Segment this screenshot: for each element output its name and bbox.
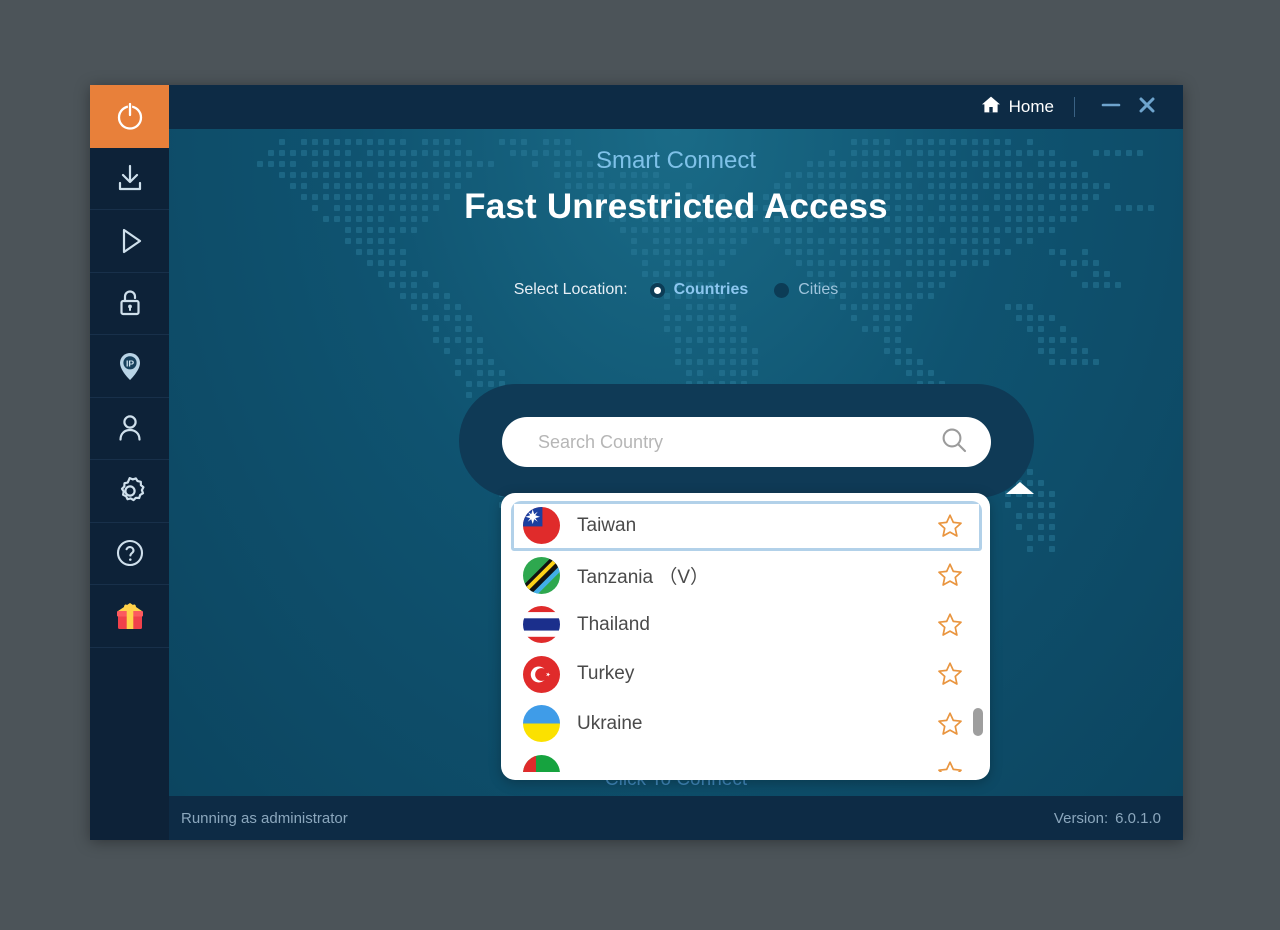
- play-icon: [113, 224, 147, 258]
- minimize-icon: [1100, 98, 1122, 116]
- turkey-flag: [523, 655, 560, 693]
- page-title: Fast Unrestricted Access: [464, 187, 888, 226]
- favorite-star-icon[interactable]: [937, 661, 963, 687]
- ukraine-flag: [523, 705, 560, 743]
- tanzania-flag: [523, 556, 560, 594]
- admin-status-text: Running as administrator: [181, 809, 348, 827]
- search-box[interactable]: [502, 417, 991, 467]
- home-icon: [981, 95, 1001, 119]
- minimize-button[interactable]: [1093, 92, 1129, 122]
- app-window: IP Home Smart Connect Fast Unrestricted …: [90, 85, 1183, 840]
- radio-countries-label: Countries: [673, 281, 749, 298]
- dropdown-caret: [1006, 482, 1034, 494]
- home-button[interactable]: Home: [981, 95, 1054, 119]
- country-row[interactable]: Ukraine: [511, 699, 982, 749]
- close-icon: [1137, 95, 1157, 120]
- sidebar-item-account[interactable]: [90, 398, 169, 460]
- search-icon[interactable]: [939, 425, 969, 460]
- version-value: 6.0.1.0: [1115, 809, 1161, 827]
- main-panel: Smart Connect Fast Unrestricted Access S…: [169, 129, 1183, 796]
- thailand-flag: [523, 606, 560, 644]
- country-row[interactable]: Taiwan: [511, 501, 982, 551]
- favorite-star-icon[interactable]: [937, 711, 963, 737]
- help-icon: [113, 536, 147, 570]
- download-icon: [113, 161, 147, 195]
- sidebar-item-lock[interactable]: [90, 273, 169, 335]
- dropdown-scrollbar-thumb[interactable]: [973, 708, 983, 736]
- country-name: Turkey: [577, 663, 635, 685]
- country-name: Ukraine: [577, 712, 643, 734]
- country-dropdown: Taiwan Tanzania （V） Thailand Turkey Ukraine: [501, 482, 1034, 780]
- sidebar-item-help[interactable]: [90, 523, 169, 585]
- country-name: Thailand: [577, 613, 650, 635]
- sidebar: IP: [90, 85, 169, 840]
- version-label: Version:: [1053, 809, 1109, 827]
- country-list[interactable]: Taiwan Tanzania （V） Thailand Turkey Ukraine: [511, 501, 982, 772]
- sidebar-item-gift[interactable]: [90, 585, 169, 648]
- ip-pin-icon: IP: [113, 349, 147, 383]
- titlebar: Home: [169, 85, 1183, 129]
- country-row[interactable]: Turkey: [511, 650, 982, 700]
- sidebar-item-settings[interactable]: [90, 460, 169, 523]
- smart-connect-subtitle: Smart Connect: [595, 147, 757, 174]
- radio-cities[interactable]: Cities: [774, 281, 838, 299]
- sidebar-item-power[interactable]: [90, 85, 169, 148]
- lock-icon: [113, 286, 147, 320]
- home-label: Home: [1008, 97, 1054, 116]
- country-row[interactable]: Thailand: [511, 600, 982, 650]
- favorite-star-icon[interactable]: [937, 612, 963, 638]
- sidebar-item-ip[interactable]: IP: [90, 335, 169, 398]
- uae-flag: [523, 754, 560, 772]
- app-body: Home Smart Connect Fast Unrestricted Acc…: [169, 85, 1183, 840]
- country-name: Tanzania （V）: [577, 566, 710, 588]
- radio-countries-dot: [649, 282, 665, 298]
- select-location-row: Select Location: Countries Cities: [169, 281, 1183, 299]
- gift-icon: [112, 599, 148, 633]
- country-row[interactable]: [511, 749, 982, 772]
- main-content: Smart Connect Fast Unrestricted Access S…: [169, 129, 1183, 796]
- taiwan-flag: [523, 507, 560, 545]
- close-button[interactable]: [1129, 92, 1165, 122]
- search-input[interactable]: [538, 431, 939, 453]
- version-info: Version: 6.0.1.0: [1054, 810, 1161, 827]
- country-name: Taiwan: [577, 514, 637, 536]
- gear-icon: [112, 473, 148, 509]
- select-location-label: Select Location:: [513, 281, 628, 298]
- radio-countries[interactable]: Countries: [649, 281, 749, 299]
- sidebar-item-download[interactable]: [90, 148, 169, 210]
- svg-text:IP: IP: [125, 358, 133, 368]
- radio-cities-label: Cities: [798, 281, 839, 298]
- radio-cities-dot: [774, 282, 790, 298]
- favorite-star-icon[interactable]: [937, 760, 963, 772]
- power-icon: [112, 98, 148, 134]
- titlebar-divider: [1074, 97, 1075, 117]
- statusbar: Running as administrator Version: 6.0.1.…: [169, 796, 1183, 840]
- favorite-star-icon[interactable]: [937, 562, 963, 588]
- country-row[interactable]: Tanzania （V）: [511, 551, 982, 601]
- sidebar-item-play[interactable]: [90, 210, 169, 273]
- user-icon: [113, 411, 147, 445]
- favorite-star-icon[interactable]: [937, 513, 963, 539]
